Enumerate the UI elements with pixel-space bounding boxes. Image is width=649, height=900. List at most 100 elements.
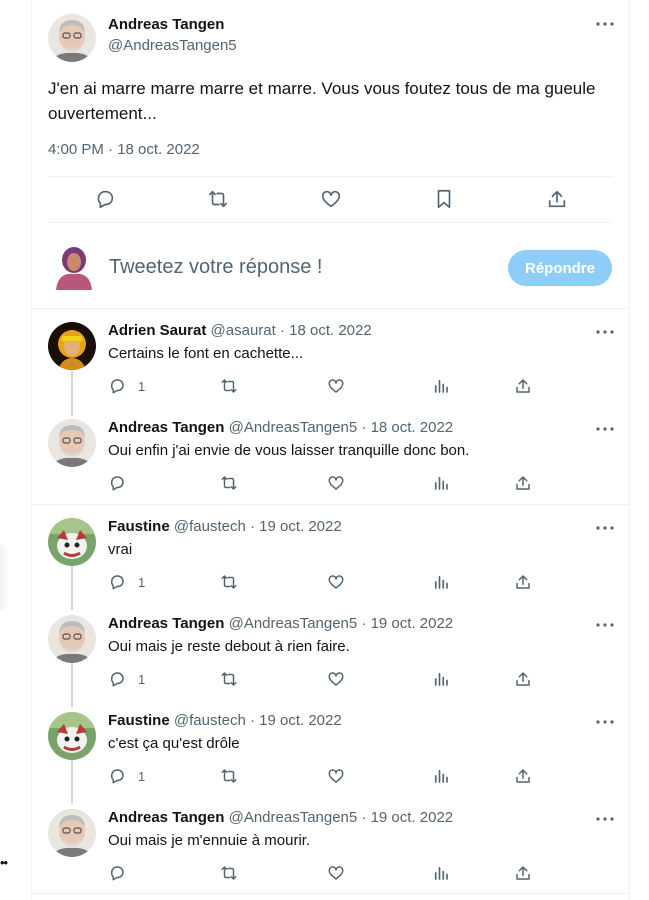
views-icon[interactable]: [432, 864, 450, 882]
reply-tweet[interactable]: Andreas Tangen @AndreasTangen5 · 19 oct.…: [32, 603, 629, 700]
author-meta[interactable]: @AndreasTangen5 · 18 oct. 2022: [229, 419, 454, 436]
bookmark-icon[interactable]: [424, 188, 464, 212]
share-icon[interactable]: [514, 474, 532, 492]
views-icon[interactable]: [432, 474, 450, 492]
avatar[interactable]: [48, 419, 96, 467]
retweet-icon[interactable]: [198, 188, 238, 212]
reply-icon[interactable]: 1: [108, 670, 145, 688]
like-icon[interactable]: [327, 670, 345, 688]
author-name[interactable]: Adrien Saurat: [108, 322, 206, 339]
more-options-icon[interactable]: [595, 16, 615, 32]
author-meta[interactable]: @AndreasTangen5 · 19 oct. 2022: [229, 809, 454, 826]
more-options-icon[interactable]: [595, 421, 615, 437]
author-meta[interactable]: @faustech · 19 oct. 2022: [174, 518, 342, 535]
avatar[interactable]: [48, 615, 96, 663]
divider: [32, 893, 629, 894]
reply-text: vrai: [108, 541, 133, 558]
share-icon[interactable]: [514, 377, 532, 395]
divider: [32, 504, 629, 505]
author-meta[interactable]: @asaurat · 18 oct. 2022: [211, 322, 372, 339]
avatar[interactable]: [48, 809, 96, 857]
retweet-icon[interactable]: [220, 670, 238, 688]
reply-icon[interactable]: 1: [108, 767, 145, 785]
like-icon[interactable]: [311, 188, 351, 212]
views-icon[interactable]: [432, 573, 450, 591]
reply-tweet[interactable]: Faustine @faustech · 19 oct. 2022 vrai 1: [32, 506, 629, 603]
author-name[interactable]: Faustine: [108, 518, 170, 535]
more-dots-icon[interactable]: ••: [0, 856, 10, 869]
share-icon[interactable]: [514, 767, 532, 785]
reply-tweet[interactable]: Faustine @faustech · 19 oct. 2022 c'est ç…: [32, 700, 629, 797]
share-icon[interactable]: [537, 188, 577, 212]
reply-text: c'est ça qu'est drôle: [108, 735, 240, 752]
reply-actions: 1: [108, 573, 548, 593]
like-icon[interactable]: [327, 377, 345, 395]
like-icon[interactable]: [327, 864, 345, 882]
side-panel-edge: [0, 545, 8, 611]
reply-tweet[interactable]: Andreas Tangen @AndreasTangen5 · 19 oct.…: [32, 797, 629, 894]
tweet-timestamp[interactable]: 4:00 PM · 18 oct. 2022: [48, 141, 200, 158]
reply-icon[interactable]: 1: [108, 377, 145, 395]
more-options-icon[interactable]: [595, 617, 615, 633]
more-options-icon[interactable]: [595, 324, 615, 340]
views-icon[interactable]: [432, 377, 450, 395]
reply-actions: 1: [108, 670, 548, 690]
divider: [48, 176, 613, 177]
reply-icon[interactable]: 1: [108, 573, 145, 591]
divider: [32, 308, 629, 309]
more-options-icon[interactable]: [595, 714, 615, 730]
reply-actions: 1: [108, 767, 548, 787]
reply-tweet[interactable]: Andreas Tangen @AndreasTangen5 · 18 oct.…: [32, 407, 629, 504]
reply-header: Faustine @faustech · 19 oct. 2022: [108, 712, 342, 729]
retweet-icon[interactable]: [220, 474, 238, 492]
more-options-icon[interactable]: [595, 520, 615, 536]
reply-count: 1: [138, 768, 146, 784]
reply-text: Oui mais je m'ennuie à mourir.: [108, 832, 311, 849]
tweet-text: J'en ai marre marre marre et marre. Vous…: [48, 79, 596, 123]
reply-header: Faustine @faustech · 19 oct. 2022: [108, 518, 342, 535]
reply-icon[interactable]: [108, 474, 138, 492]
reply-header: Andreas Tangen @AndreasTangen5 · 19 oct.…: [108, 809, 453, 826]
reply-text: Oui enfin j'ai envie de vous laisser tra…: [108, 442, 470, 459]
author-meta[interactable]: @faustech · 19 oct. 2022: [174, 712, 342, 729]
reply-actions: [108, 474, 548, 494]
author-name[interactable]: Andreas Tangen: [108, 419, 224, 436]
reply-count: 1: [138, 574, 146, 590]
avatar[interactable]: [48, 322, 96, 370]
retweet-icon[interactable]: [220, 377, 238, 395]
share-icon[interactable]: [514, 670, 532, 688]
author-name[interactable]: Faustine: [108, 712, 170, 729]
author-handle[interactable]: @AndreasTangen5: [108, 37, 237, 54]
reply-button[interactable]: Répondre: [508, 250, 612, 286]
like-icon[interactable]: [327, 573, 345, 591]
reply-count: 1: [138, 671, 146, 687]
retweet-icon[interactable]: [220, 767, 238, 785]
reply-text: Oui mais je reste debout à rien faire.: [108, 638, 350, 655]
avatar[interactable]: [48, 712, 96, 760]
author-name[interactable]: Andreas Tangen: [108, 615, 224, 632]
views-icon[interactable]: [432, 767, 450, 785]
like-icon[interactable]: [327, 474, 345, 492]
like-icon[interactable]: [327, 767, 345, 785]
reply-actions: 1: [108, 377, 548, 397]
views-icon[interactable]: [432, 670, 450, 688]
retweet-icon[interactable]: [220, 573, 238, 591]
author-name[interactable]: Andreas Tangen: [108, 16, 224, 33]
tweet-actions: [48, 188, 613, 212]
author-meta[interactable]: @AndreasTangen5 · 19 oct. 2022: [229, 615, 454, 632]
author-name[interactable]: Andreas Tangen: [108, 809, 224, 826]
more-options-icon[interactable]: [595, 811, 615, 827]
reply-input[interactable]: Tweetez votre réponse !: [109, 256, 322, 279]
reply-count: 1: [138, 378, 146, 394]
share-icon[interactable]: [514, 573, 532, 591]
avatar[interactable]: [48, 518, 96, 566]
share-icon[interactable]: [514, 864, 532, 882]
reply-icon[interactable]: [85, 188, 125, 212]
avatar[interactable]: [48, 14, 96, 62]
reply-icon[interactable]: [108, 864, 138, 882]
conversation-column: Andreas Tangen @AndreasTangen5 J'en ai m…: [31, 0, 630, 900]
retweet-icon[interactable]: [220, 864, 238, 882]
reply-header: Andreas Tangen @AndreasTangen5 · 18 oct.…: [108, 419, 453, 436]
reply-tweet[interactable]: Adrien Saurat @asaurat · 18 oct. 2022 Cer…: [32, 310, 629, 407]
user-avatar[interactable]: [52, 244, 96, 290]
